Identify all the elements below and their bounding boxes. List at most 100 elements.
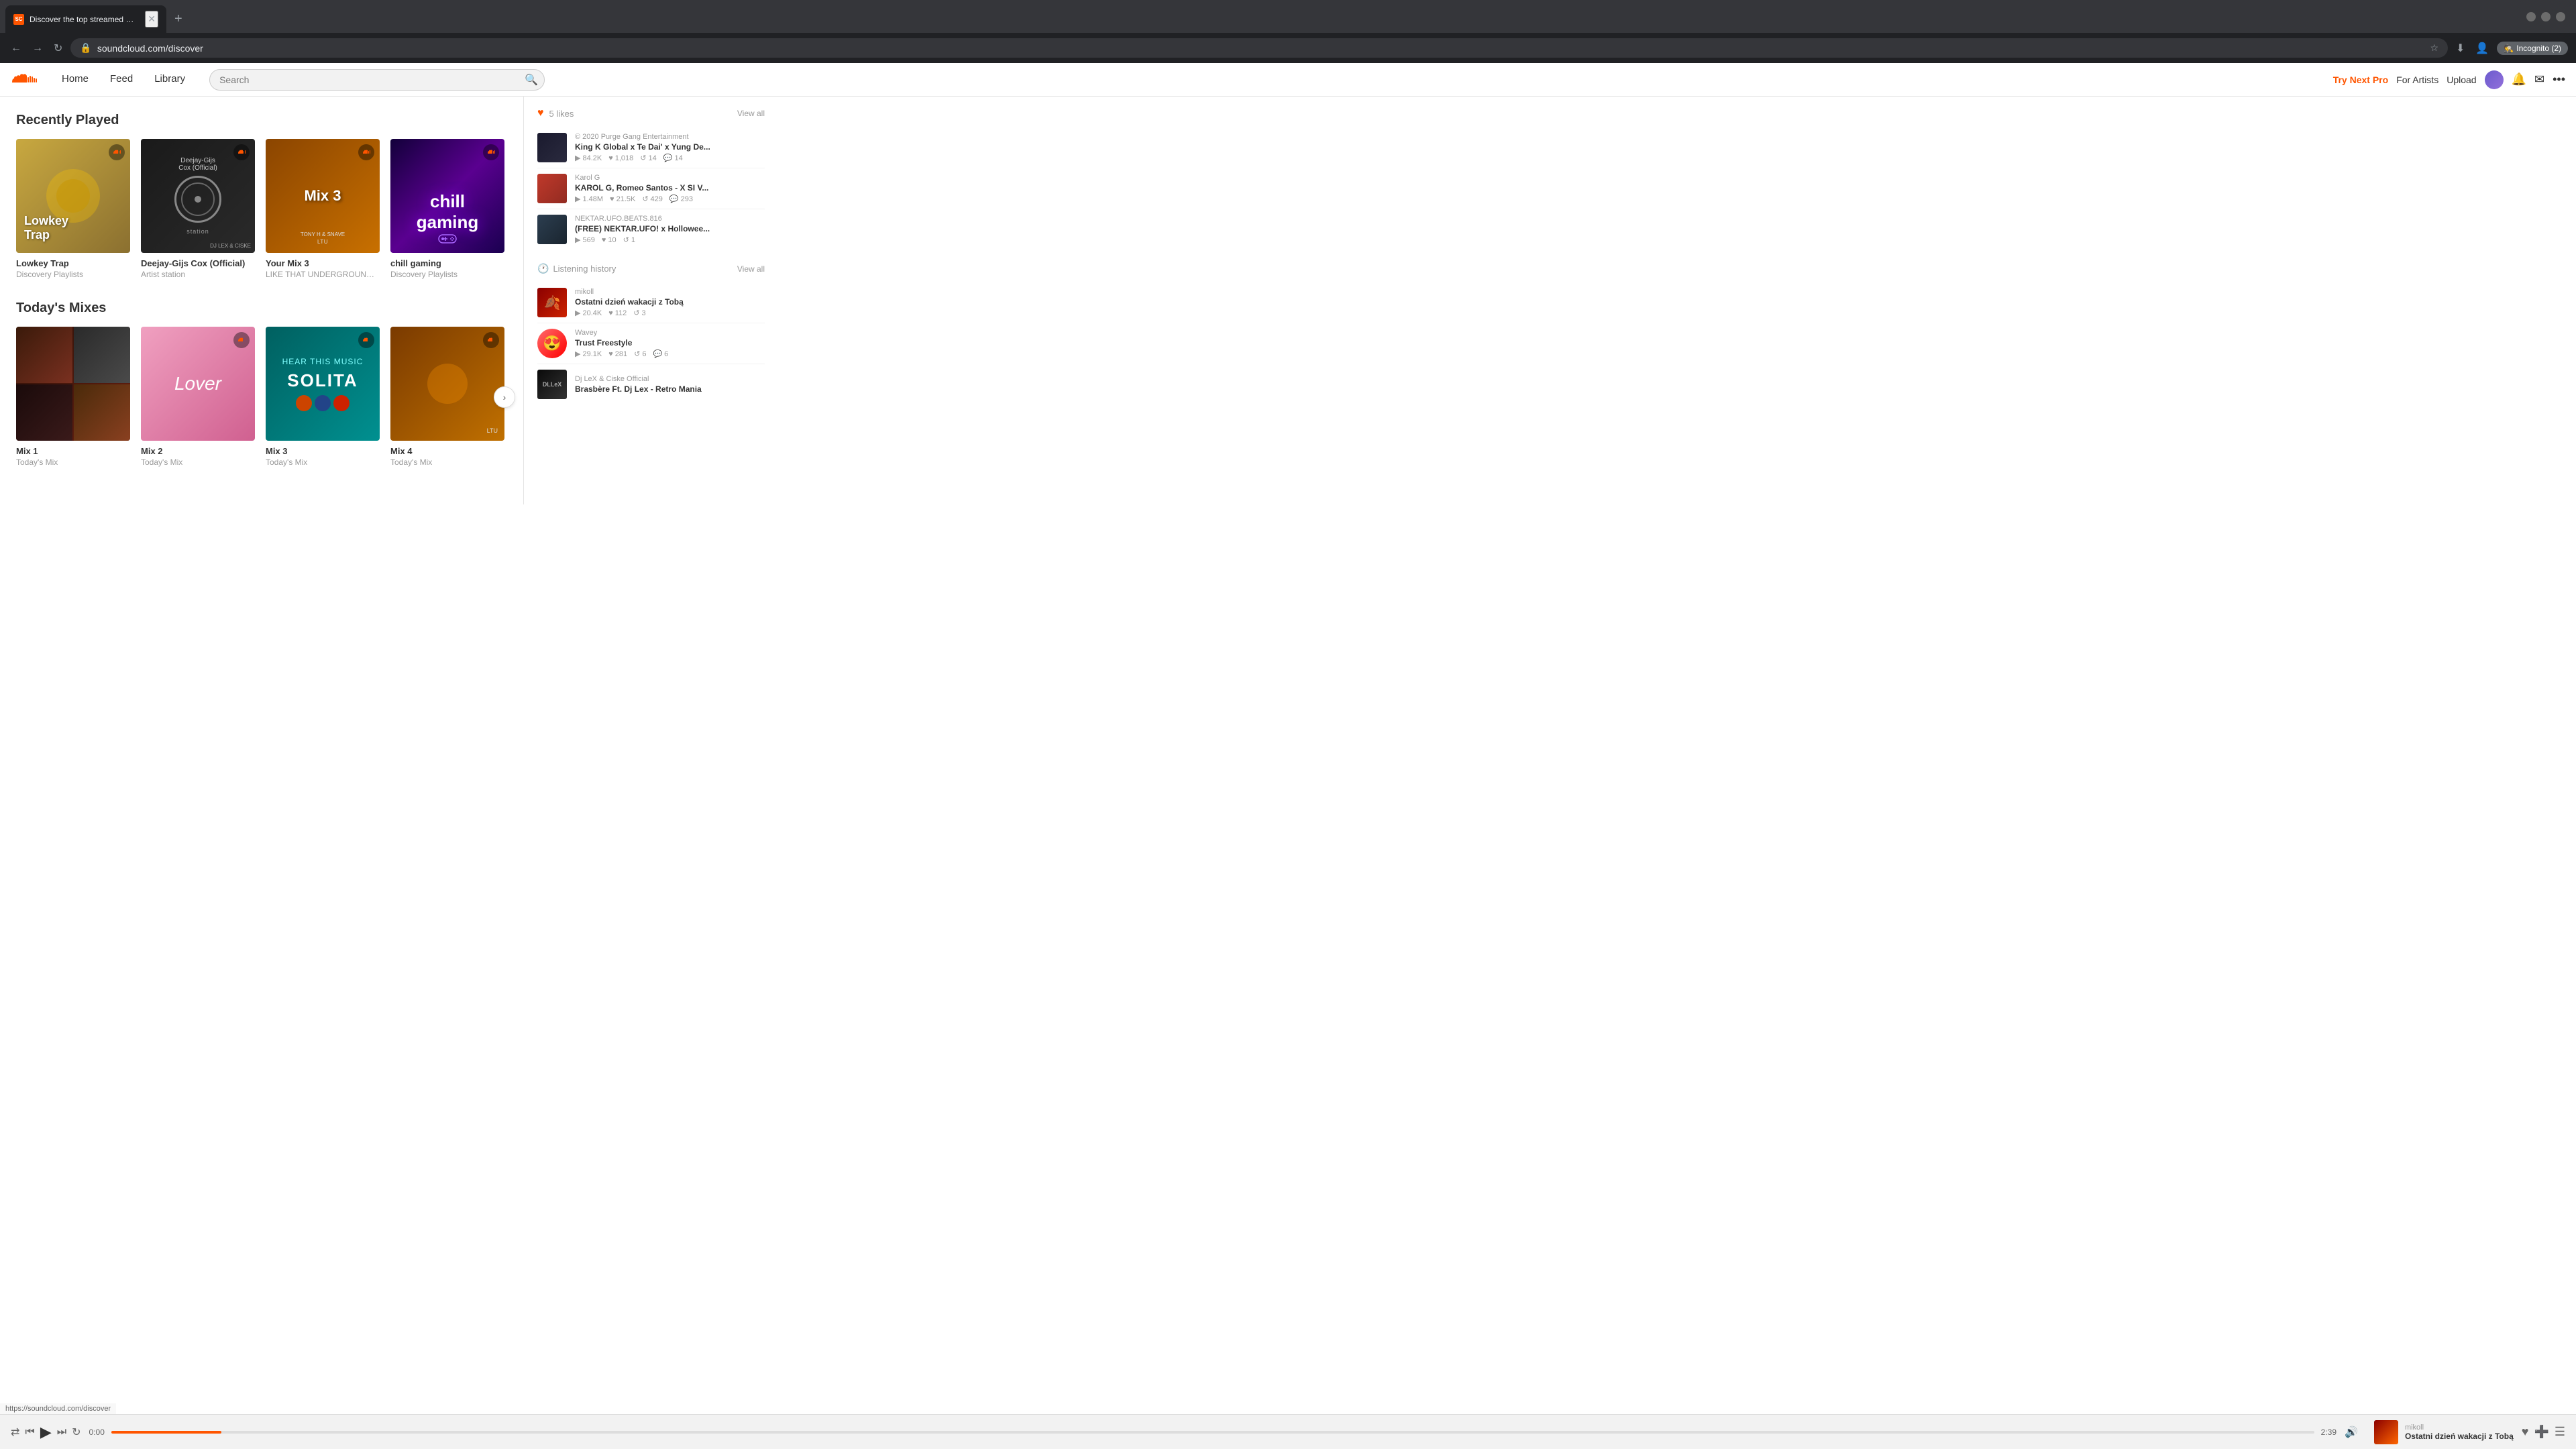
player-heart-button[interactable]: ♥ [2522, 1425, 2529, 1439]
likes-view-all-link[interactable]: View all [737, 109, 765, 118]
comments-stat-2: 💬 293 [669, 195, 693, 203]
card-today-4[interactable]: LTU Mix 4 Today's Mix [390, 327, 504, 467]
minimize-button[interactable] [2526, 12, 2536, 21]
forward-button[interactable]: → [30, 40, 46, 57]
player-track: mikoll Ostatni dzień wakacji z Tobą [2374, 1420, 2514, 1444]
scroll-next-button[interactable]: › [494, 386, 515, 408]
card-thumb-today2: Lover [141, 327, 255, 441]
more-options-button[interactable]: ••• [2553, 72, 2565, 87]
sidebar-track-title-3: (FREE) NEKTAR.UFO! x Hollowee... [575, 224, 765, 233]
prev-button[interactable]: ⏮ [25, 1426, 34, 1438]
sidebar-track-item-2[interactable]: Karol G KAROL G, Romeo Santos - X SI V..… [537, 168, 765, 209]
for-artists-button[interactable]: For Artists [2396, 74, 2438, 85]
active-tab[interactable]: SC Discover the top streamed mus... ✕ [5, 5, 166, 33]
sidebar-history-item-1[interactable]: 🍂 mikoll Ostatni dzień wakacji z Tobą ▶ … [537, 282, 765, 323]
address-input[interactable] [97, 43, 2425, 54]
next-button[interactable]: ⏭ [57, 1426, 66, 1438]
card-chill-gaming[interactable]: chillgaming [390, 139, 504, 279]
card-title-lowkey: Lowkey Trap [16, 258, 130, 268]
sidebar-track-item-3[interactable]: NEKTAR.UFO.BEATS.816 (FREE) NEKTAR.UFO! … [537, 209, 765, 250]
back-button[interactable]: ← [8, 40, 24, 57]
profile-button[interactable]: 👤 [2473, 39, 2491, 58]
card-lowkey-trap[interactable]: Lowkey Trap Lowkey Trap Discovery Playli… [16, 139, 130, 279]
card-sc-icon-dj [233, 144, 250, 160]
address-bar[interactable]: 🔒 ☆ [70, 38, 2448, 58]
notifications-button[interactable]: 🔔 [2512, 72, 2526, 87]
try-next-pro-button[interactable]: Try Next Pro [2333, 74, 2388, 85]
sidebar-meta-3: ▶ 569 ♥ 10 ↺ 1 [575, 235, 765, 244]
tab-close-button[interactable]: ✕ [145, 11, 158, 28]
sc-header-actions: Try Next Pro For Artists Upload 🔔 ✉ ••• [2333, 70, 2565, 89]
card-today-2[interactable]: Lover Mix 2 Today's Mix [141, 327, 255, 467]
card-sub-today2: Today's Mix [141, 458, 255, 467]
sidebar-artist-3: NEKTAR.UFO.BEATS.816 [575, 215, 765, 223]
nav-feed[interactable]: Feed [99, 62, 144, 97]
card-sub-chill: Discovery Playlists [390, 270, 504, 279]
card-title-mix3: Your Mix 3 [266, 258, 380, 268]
sidebar-track-info-2: Karol G KAROL G, Romeo Santos - X SI V..… [575, 174, 765, 203]
current-time: 0:00 [89, 1428, 105, 1437]
new-tab-button[interactable]: + [169, 9, 188, 30]
player-add-button[interactable]: ➕ [2534, 1425, 2548, 1439]
sidebar-history-header: 🕐 Listening history View all [537, 263, 765, 274]
sc-search: 🔍 [209, 69, 2320, 91]
lock-icon: 🔒 [80, 42, 91, 54]
card-today-3[interactable]: HEAR THIS MUSIC SOLITA [266, 327, 380, 467]
status-url: https://soundcloud.com/discover [5, 1405, 111, 1413]
likes-stat-2: ♥ 21.5K [610, 195, 635, 203]
card-thumb-chill: chillgaming [390, 139, 504, 253]
plays-stat-1: ▶ 84.2K [575, 154, 602, 162]
sidebar-artist-2: Karol G [575, 174, 765, 182]
sidebar-track-title-1: King K Global x Te Dai' x Yung De... [575, 142, 765, 152]
sidebar-track-item-1[interactable]: © 2020 Purge Gang Entertainment King K G… [537, 127, 765, 168]
card-title-today1: Mix 1 [16, 446, 130, 456]
sc-nav: Home Feed Library [51, 62, 196, 97]
sc-main: Recently Played [0, 97, 2576, 504]
clock-icon: 🕐 [537, 263, 549, 274]
close-button[interactable] [2556, 12, 2565, 21]
player-queue-button[interactable]: ☰ [2555, 1425, 2565, 1439]
progress-bar[interactable] [111, 1431, 2314, 1434]
maximize-button[interactable] [2541, 12, 2551, 21]
card-today-1[interactable]: Mix 1 Today's Mix [16, 327, 130, 467]
recently-played-cards-wrapper: Lowkey Trap Lowkey Trap Discovery Playli… [16, 139, 507, 279]
messages-button[interactable]: ✉ [2534, 72, 2544, 87]
sc-logo[interactable] [11, 73, 38, 87]
nav-home[interactable]: Home [51, 62, 99, 97]
card-title-today4: Mix 4 [390, 446, 504, 456]
card-sub-dj: Artist station [141, 270, 255, 279]
download-button[interactable]: ⬇ [2453, 39, 2467, 58]
sidebar-history-title-3: Brasbère Ft. Dj Lex - Retro Mania [575, 384, 765, 394]
player-actions: ♥ ➕ ☰ [2522, 1425, 2565, 1439]
soundcloud-logo-icon [11, 73, 38, 87]
volume-section: 🔊 [2345, 1426, 2358, 1439]
nav-library[interactable]: Library [144, 62, 196, 97]
status-bar: https://soundcloud.com/discover [0, 1403, 116, 1414]
sc-sidebar: ♥ 5 likes View all © 2020 Purge Gang Ent… [523, 97, 778, 504]
upload-button[interactable]: Upload [2447, 74, 2476, 85]
likes-count: 5 likes [549, 109, 574, 119]
search-input[interactable] [209, 69, 545, 91]
repeat-button[interactable]: ↻ [72, 1426, 80, 1439]
card-dj-gijs[interactable]: Deejay-GijsCox (Official) station DJ LEX… [141, 139, 255, 279]
user-avatar[interactable] [2485, 70, 2504, 89]
sidebar-thumb-3 [537, 215, 567, 244]
card-thumb-today3: HEAR THIS MUSIC SOLITA [266, 327, 380, 441]
card-thumb-today1 [16, 327, 130, 441]
address-bar-row: ← → ↻ 🔒 ☆ ⬇ 👤 🕵 Incognito (2) [0, 33, 2576, 63]
incognito-badge: 🕵 Incognito (2) [2497, 42, 2568, 55]
sidebar-meta-2: ▶ 1.48M ♥ 21.5K ↺ 429 💬 293 [575, 195, 765, 203]
shuffle-button[interactable]: ⇄ [11, 1426, 19, 1439]
browser-chrome: SC Discover the top streamed mus... ✕ + … [0, 0, 2576, 63]
plays-stat-2: ▶ 1.48M [575, 195, 603, 203]
sidebar-history-item-3[interactable]: DLLeX Dj LeX & Ciske Official Brasbère F… [537, 364, 765, 405]
likes-header: ♥ 5 likes [537, 107, 574, 119]
history-view-all-link[interactable]: View all [737, 264, 765, 274]
sidebar-history-item-2[interactable]: 😍 Wavey Trust Freestyle ▶ 29.1K ♥ 281 ↺ … [537, 323, 765, 364]
play-button[interactable]: ▶ [40, 1424, 52, 1441]
reload-button[interactable]: ↻ [51, 39, 65, 58]
search-button[interactable]: 🔍 [525, 73, 538, 87]
volume-button[interactable]: 🔊 [2345, 1426, 2358, 1439]
card-thumb-mix3: TONY H & SNAVE LTU Mix 3 [266, 139, 380, 253]
card-mix3[interactable]: TONY H & SNAVE LTU Mix 3 Your Mix 3 [266, 139, 380, 279]
